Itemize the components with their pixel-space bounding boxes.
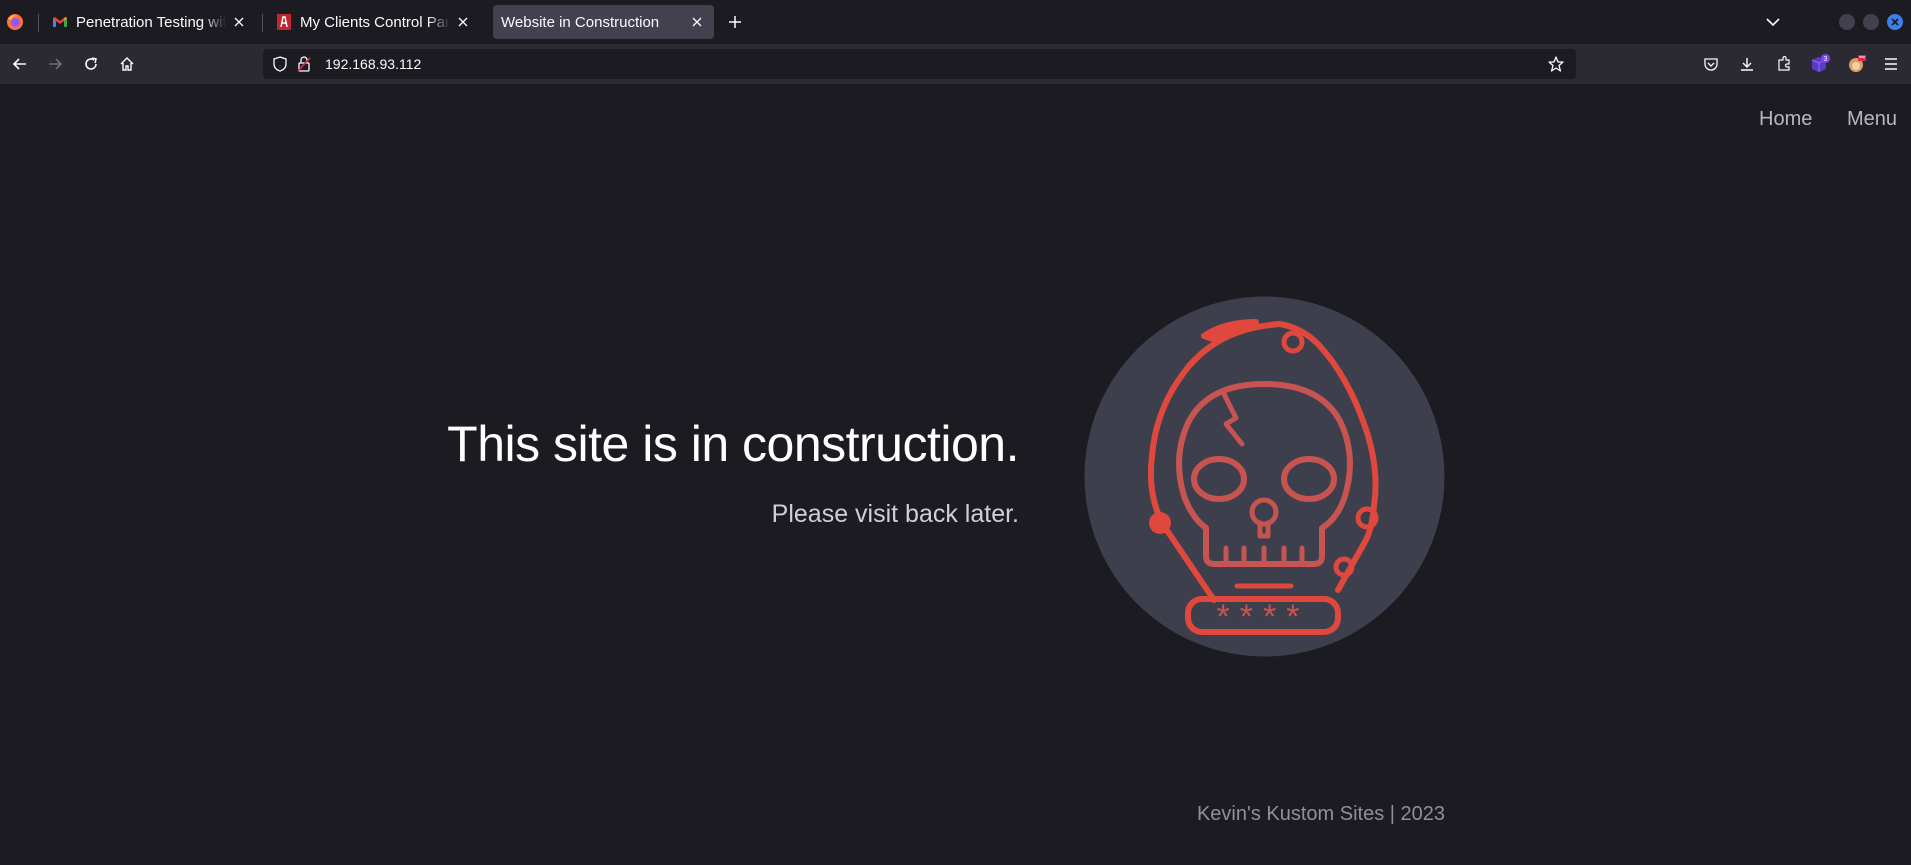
tab-title: Website in Construction (501, 13, 660, 31)
tab-penetration-testing[interactable]: Penetration Testing with Kali Linux (44, 5, 256, 39)
maximize-window-button[interactable] (1863, 14, 1879, 30)
close-tab-icon[interactable] (230, 13, 248, 31)
page-subline: Please visit back later. (771, 500, 1019, 528)
forward-arrow-icon[interactable] (43, 52, 67, 76)
downloads-icon[interactable] (1735, 52, 1759, 76)
reload-icon[interactable] (79, 52, 103, 76)
shield-icon[interactable] (271, 55, 289, 73)
site-footer: Kevin's Kustom Sites | 2023 (1196, 803, 1445, 825)
url-text[interactable]: 192.168.93.112 (325, 56, 1546, 72)
tab-website-in-construction[interactable]: Website in Construction (493, 5, 714, 39)
insecure-lock-icon[interactable] (295, 55, 313, 73)
nav-menu-link[interactable]: Menu (1847, 108, 1897, 131)
extensions-icon[interactable] (1772, 52, 1796, 76)
close-tab-icon[interactable] (688, 13, 706, 31)
gmail-icon (52, 14, 68, 30)
page-headline: This site is in construction. (447, 416, 1019, 472)
nav-home-link[interactable]: Home (1759, 108, 1812, 131)
extension-badge-count: 3 (1824, 56, 1828, 63)
extension-monkey-icon[interactable] (1845, 52, 1869, 76)
tab-separator (262, 14, 263, 32)
home-icon[interactable] (115, 52, 139, 76)
bookmark-star-icon[interactable] (1546, 54, 1566, 74)
address-bar[interactable]: 192.168.93.112 (263, 49, 1576, 79)
tab-strip: Penetration Testing with Kali Linux My C… (0, 0, 1911, 44)
tab-title: Penetration Testing with Kali Linux (76, 13, 226, 31)
minimize-window-button[interactable] (1839, 14, 1855, 30)
tab-separator (38, 14, 39, 32)
new-tab-icon[interactable] (724, 11, 746, 33)
extension-cube-icon[interactable]: 3 (1808, 52, 1832, 76)
control-panel-icon (276, 14, 292, 30)
chevron-down-icon[interactable] (1762, 11, 1784, 33)
close-window-button[interactable] (1887, 14, 1903, 30)
navigation-toolbar: 192.168.93.112 3 (0, 44, 1911, 84)
close-tab-icon[interactable] (454, 13, 472, 31)
pocket-icon[interactable] (1699, 52, 1723, 76)
badge-password-mask: **** (1217, 598, 1310, 636)
hacker-skull-badge-icon: **** (1084, 296, 1445, 657)
hamburger-menu-icon[interactable] (1879, 52, 1903, 76)
back-arrow-icon[interactable] (8, 52, 32, 76)
firefox-icon[interactable] (6, 13, 24, 31)
page-viewport: Home Menu This site is in construction. … (0, 84, 1911, 865)
tab-clients-control-panel[interactable]: My Clients Control Panel (268, 5, 480, 39)
tab-title: My Clients Control Panel (300, 13, 450, 31)
